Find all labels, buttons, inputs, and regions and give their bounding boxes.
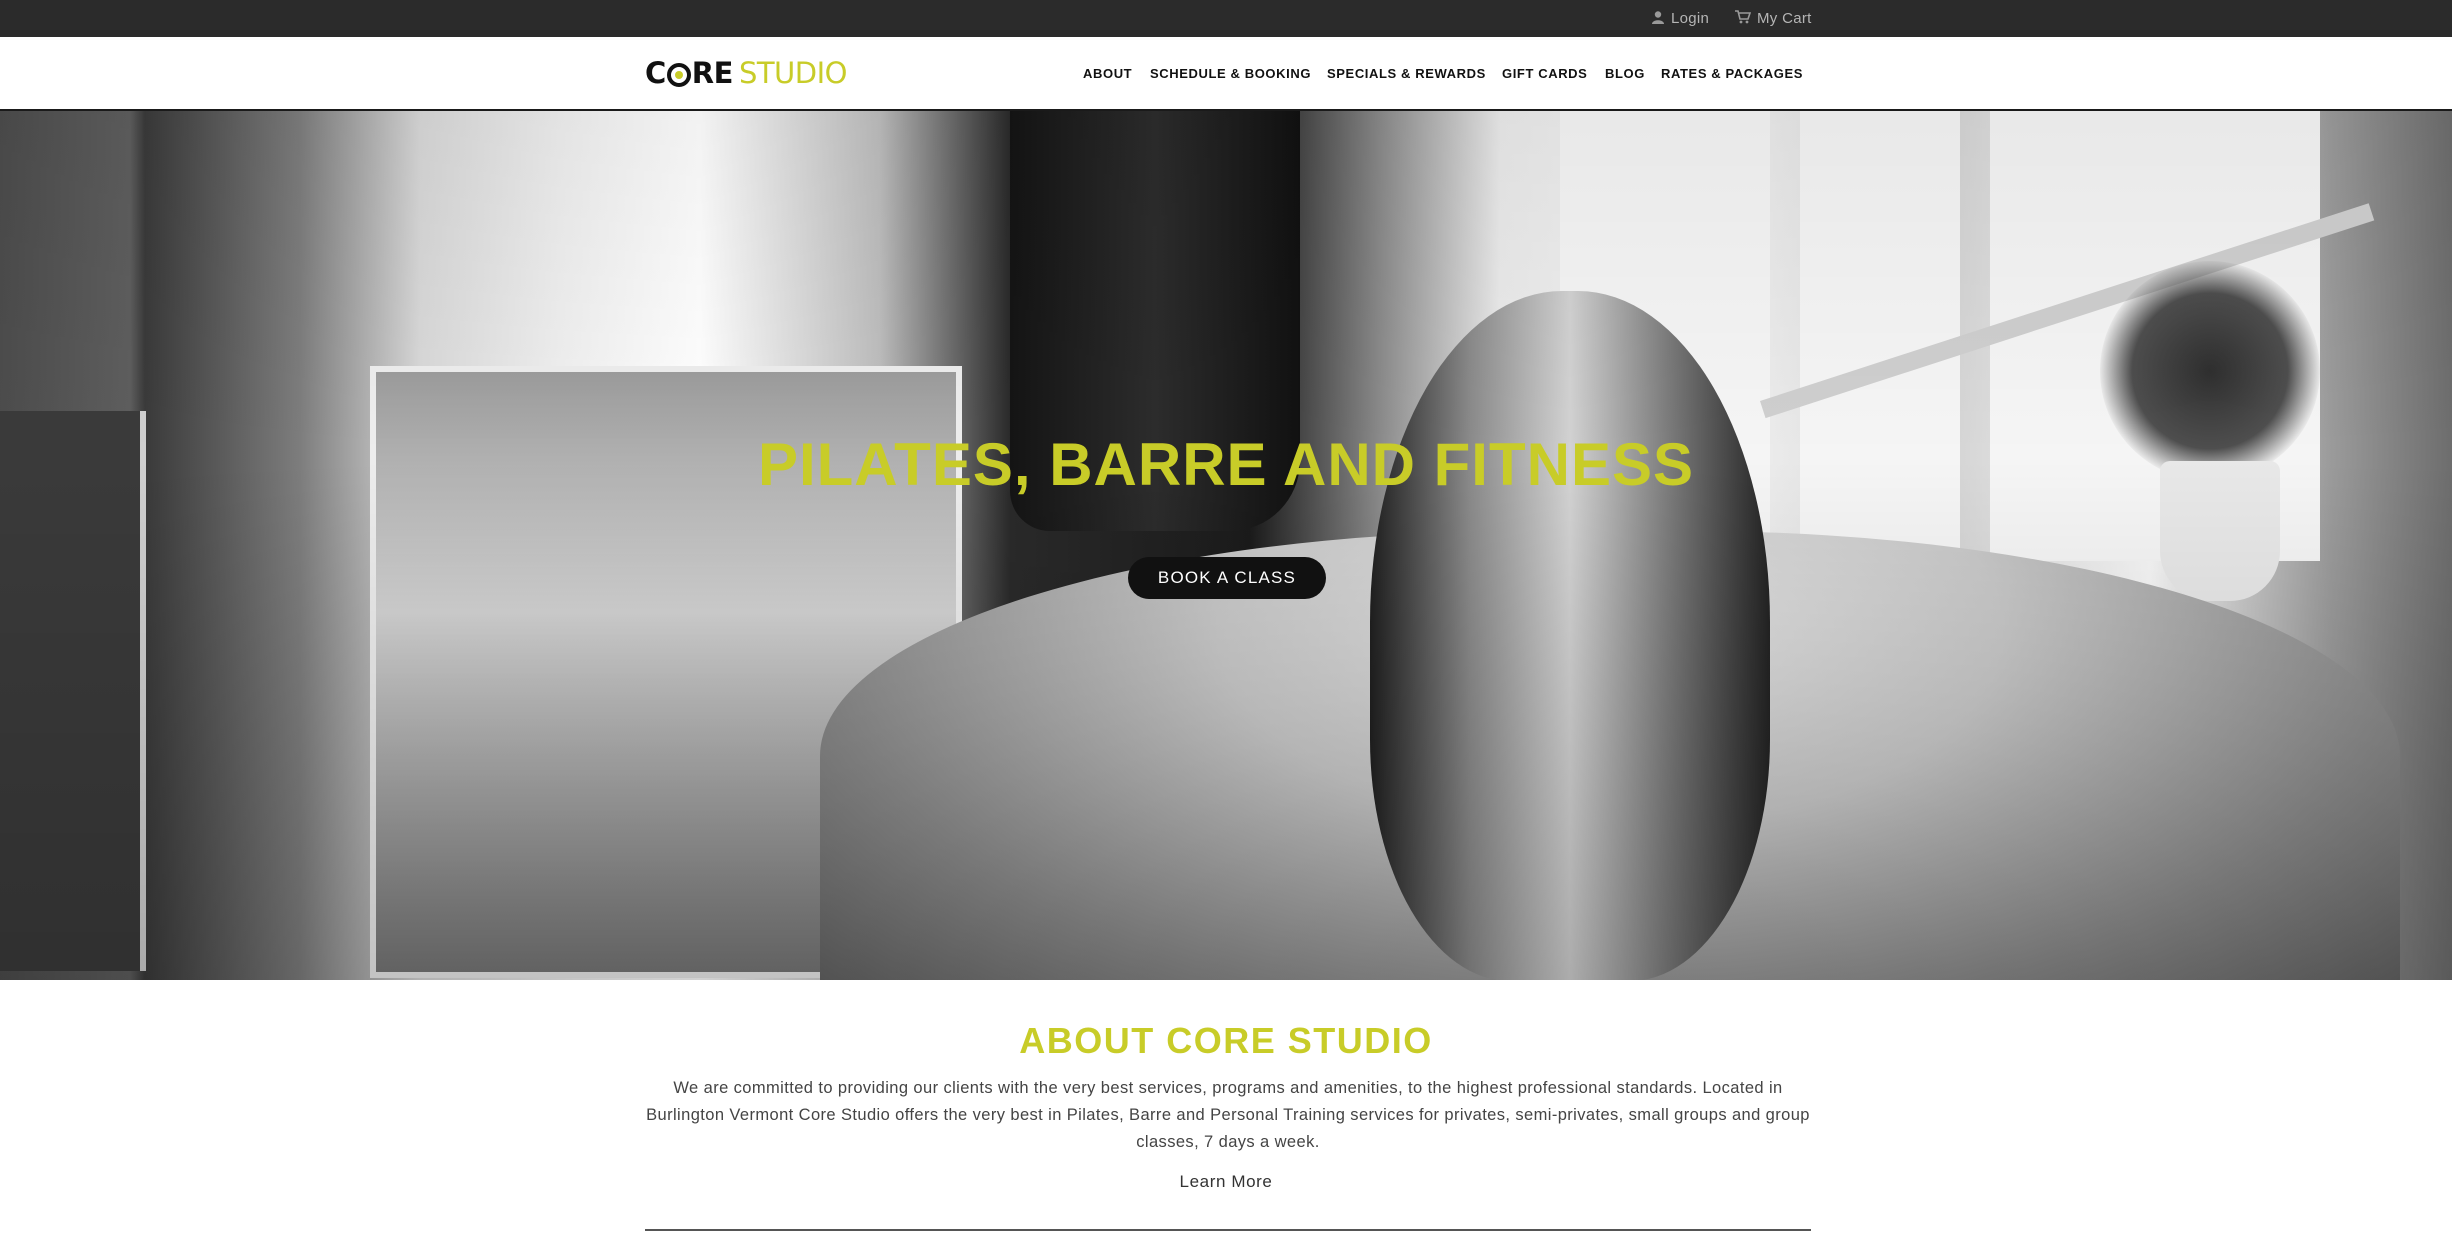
hero-photo-shade xyxy=(0,111,2452,980)
nav-rates-packages[interactable]: RATES & PACKAGES xyxy=(1661,37,1803,109)
book-a-class-button[interactable]: BOOK A CLASS xyxy=(1128,557,1326,599)
nav-gift-cards[interactable]: GIFT CARDS xyxy=(1502,37,1587,109)
cart-label: My Cart xyxy=(1757,10,1812,27)
nav-specials-rewards[interactable]: SPECIALS & REWARDS xyxy=(1327,37,1486,109)
login-link[interactable]: Login xyxy=(1651,0,1709,37)
hero-banner xyxy=(0,111,2452,980)
learn-more-link[interactable]: Learn More xyxy=(0,1172,2452,1192)
cart-link[interactable]: My Cart xyxy=(1735,0,1812,37)
nav-schedule-booking[interactable]: SCHEDULE & BOOKING xyxy=(1150,37,1311,109)
login-label: Login xyxy=(1671,10,1710,27)
logo-o-mark xyxy=(666,63,691,87)
user-icon xyxy=(1651,10,1665,28)
core-studio-logo[interactable]: C RE STUDIO xyxy=(645,56,848,90)
logo-studio-text: STUDIO xyxy=(738,56,848,90)
hero-title: PILATES, BARRE AND FITNESS xyxy=(757,431,1695,498)
utility-bar: Login My Cart xyxy=(0,0,2452,37)
nav-blog[interactable]: BLOG xyxy=(1605,37,1645,109)
about-description: We are committed to providing our client… xyxy=(646,1079,1810,1151)
cart-icon xyxy=(1735,9,1752,28)
nav-about[interactable]: ABOUT xyxy=(1083,37,1132,109)
section-divider xyxy=(645,1229,1811,1231)
about-heading: ABOUT CORE STUDIO xyxy=(1019,1020,1433,1061)
logo-core-text: C RE xyxy=(645,56,733,90)
main-header: C RE STUDIO ABOUT SCHEDULE & BOOKING SPEC… xyxy=(0,37,2452,111)
